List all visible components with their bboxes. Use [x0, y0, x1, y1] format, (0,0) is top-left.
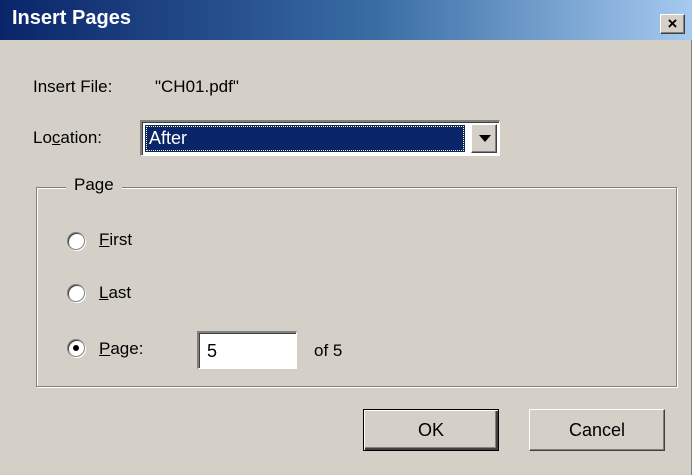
insert-pages-dialog: Insert Pages × Insert File: "CH01.pdf" L… [0, 0, 692, 475]
radio-first[interactable] [67, 232, 85, 250]
title-bar[interactable]: Insert Pages × [0, 0, 692, 40]
close-button[interactable]: × [660, 14, 685, 34]
ok-button[interactable]: OK [363, 409, 499, 451]
location-label: Location: [33, 128, 102, 148]
close-icon: × [667, 14, 678, 33]
location-label-post: ation: [60, 128, 103, 147]
radio-last-rest: ast [108, 283, 132, 302]
radio-first-mnemonic: F [99, 230, 110, 249]
radio-last[interactable] [67, 284, 85, 302]
page-group-legend: Page [66, 175, 122, 195]
radio-first-rest: irst [109, 230, 133, 249]
location-dropdown[interactable]: After [140, 120, 500, 156]
location-selected-value: After [145, 125, 465, 152]
cancel-button[interactable]: Cancel [529, 409, 665, 451]
radio-page-mnemonic: P [99, 339, 111, 358]
radio-page-rest: age: [110, 339, 144, 358]
dropdown-arrow-button[interactable] [471, 124, 497, 153]
insert-file-value: "CH01.pdf" [155, 77, 239, 96]
radio-page[interactable] [67, 339, 85, 357]
page-of-total: of 5 [314, 341, 343, 360]
insert-file-label: Insert File: [33, 77, 113, 96]
location-label-pre: Lo [33, 128, 52, 147]
page-number-input[interactable]: 5 [197, 331, 297, 369]
radio-page-label[interactable]: Page: [99, 339, 143, 359]
radio-first-label[interactable]: First [99, 230, 132, 250]
dialog-title: Insert Pages [12, 7, 131, 29]
radio-last-label[interactable]: Last [99, 283, 131, 303]
